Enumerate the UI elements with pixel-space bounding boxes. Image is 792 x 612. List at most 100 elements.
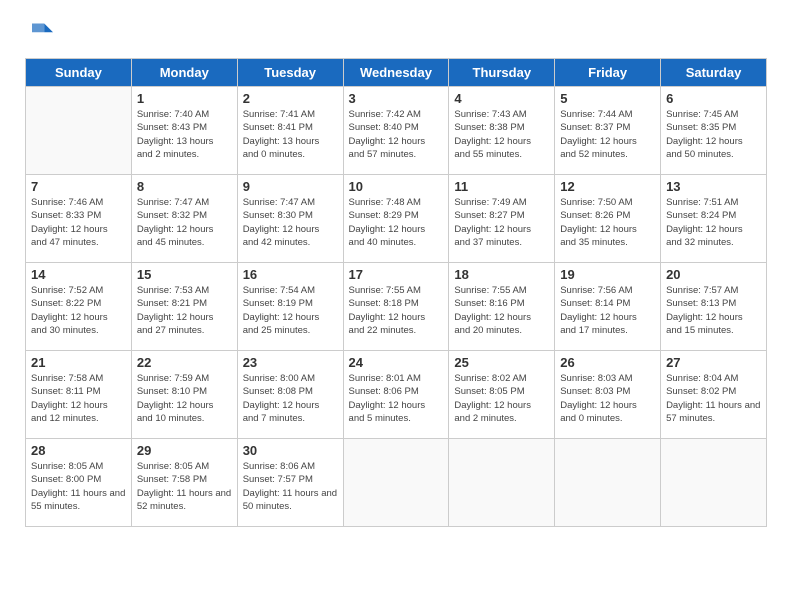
day-number: 24 (349, 355, 444, 370)
day-info: Sunrise: 7:47 AMSunset: 8:30 PMDaylight:… (243, 196, 338, 249)
calendar-day-cell: 21 Sunrise: 7:58 AMSunset: 8:11 PMDayligh… (26, 351, 132, 439)
day-number: 19 (560, 267, 655, 282)
day-number: 17 (349, 267, 444, 282)
day-info: Sunrise: 7:51 AMSunset: 8:24 PMDaylight:… (666, 196, 761, 249)
calendar-day-cell (343, 439, 449, 527)
day-info: Sunrise: 7:49 AMSunset: 8:27 PMDaylight:… (454, 196, 549, 249)
day-info: Sunrise: 7:48 AMSunset: 8:29 PMDaylight:… (349, 196, 444, 249)
logo (25, 20, 57, 48)
calendar-week-row: 21 Sunrise: 7:58 AMSunset: 8:11 PMDayligh… (26, 351, 767, 439)
day-number: 13 (666, 179, 761, 194)
calendar-day-cell (449, 439, 555, 527)
day-header-saturday: Saturday (661, 59, 767, 87)
calendar-week-row: 14Sunrise: 7:52 AMSunset: 8:22 PMDayligh… (26, 263, 767, 351)
day-number: 22 (137, 355, 232, 370)
calendar-day-cell: 14Sunrise: 7:52 AMSunset: 8:22 PMDayligh… (26, 263, 132, 351)
day-number: 11 (454, 179, 549, 194)
calendar-day-cell: 30 Sunrise: 8:06 AMSunset: 7:57 PMDayligh… (237, 439, 343, 527)
calendar-day-cell: 27 Sunrise: 8:04 AMSunset: 8:02 PMDayligh… (661, 351, 767, 439)
day-number: 9 (243, 179, 338, 194)
day-number: 27 (666, 355, 761, 370)
calendar-day-cell (26, 87, 132, 175)
day-number: 6 (666, 91, 761, 106)
day-info: Sunrise: 7:46 AMSunset: 8:33 PMDaylight:… (31, 196, 126, 249)
calendar-day-cell: 4 Sunrise: 7:43 AMSunset: 8:38 PMDaylight… (449, 87, 555, 175)
day-number: 4 (454, 91, 549, 106)
day-number: 29 (137, 443, 232, 458)
calendar-day-cell: 12 Sunrise: 7:50 AMSunset: 8:26 PMDayligh… (555, 175, 661, 263)
day-info: Sunrise: 8:05 AMSunset: 8:00 PMDaylight:… (31, 460, 126, 513)
day-info: Sunrise: 7:55 AMSunset: 8:16 PMDaylight:… (454, 284, 549, 337)
calendar-day-cell: 24 Sunrise: 8:01 AMSunset: 8:06 PMDayligh… (343, 351, 449, 439)
day-info: Sunrise: 7:41 AMSunset: 8:41 PMDaylight:… (243, 108, 338, 161)
day-header-wednesday: Wednesday (343, 59, 449, 87)
calendar-day-cell: 18 Sunrise: 7:55 AMSunset: 8:16 PMDayligh… (449, 263, 555, 351)
calendar-day-cell: 15 Sunrise: 7:53 AMSunset: 8:21 PMDayligh… (131, 263, 237, 351)
day-number: 26 (560, 355, 655, 370)
day-number: 5 (560, 91, 655, 106)
day-info: Sunrise: 7:44 AMSunset: 8:37 PMDaylight:… (560, 108, 655, 161)
day-number: 16 (243, 267, 338, 282)
day-number: 20 (666, 267, 761, 282)
calendar-day-cell: 22 Sunrise: 7:59 AMSunset: 8:10 PMDayligh… (131, 351, 237, 439)
day-info: Sunrise: 7:55 AMSunset: 8:18 PMDaylight:… (349, 284, 444, 337)
day-info: Sunrise: 8:05 AMSunset: 7:58 PMDaylight:… (137, 460, 232, 513)
day-info: Sunrise: 7:57 AMSunset: 8:13 PMDaylight:… (666, 284, 761, 337)
day-info: Sunrise: 8:02 AMSunset: 8:05 PMDaylight:… (454, 372, 549, 425)
day-info: Sunrise: 7:50 AMSunset: 8:26 PMDaylight:… (560, 196, 655, 249)
day-number: 30 (243, 443, 338, 458)
calendar-day-cell: 6Sunrise: 7:45 AMSunset: 8:35 PMDaylight… (661, 87, 767, 175)
day-info: Sunrise: 7:53 AMSunset: 8:21 PMDaylight:… (137, 284, 232, 337)
calendar-week-row: 1 Sunrise: 7:40 AMSunset: 8:43 PMDaylight… (26, 87, 767, 175)
day-info: Sunrise: 7:43 AMSunset: 8:38 PMDaylight:… (454, 108, 549, 161)
day-number: 14 (31, 267, 126, 282)
day-number: 18 (454, 267, 549, 282)
calendar-week-row: 7Sunrise: 7:46 AMSunset: 8:33 PMDaylight… (26, 175, 767, 263)
day-info: Sunrise: 8:06 AMSunset: 7:57 PMDaylight:… (243, 460, 338, 513)
day-header-friday: Friday (555, 59, 661, 87)
day-number: 2 (243, 91, 338, 106)
calendar-day-cell: 16 Sunrise: 7:54 AMSunset: 8:19 PMDayligh… (237, 263, 343, 351)
day-number: 21 (31, 355, 126, 370)
page-header (25, 20, 767, 48)
calendar-day-cell: 19 Sunrise: 7:56 AMSunset: 8:14 PMDayligh… (555, 263, 661, 351)
calendar-table: SundayMondayTuesdayWednesdayThursdayFrid… (25, 58, 767, 527)
day-info: Sunrise: 7:58 AMSunset: 8:11 PMDaylight:… (31, 372, 126, 425)
day-number: 1 (137, 91, 232, 106)
day-number: 15 (137, 267, 232, 282)
calendar-day-cell: 7Sunrise: 7:46 AMSunset: 8:33 PMDaylight… (26, 175, 132, 263)
day-info: Sunrise: 8:03 AMSunset: 8:03 PMDaylight:… (560, 372, 655, 425)
calendar-day-cell: 9 Sunrise: 7:47 AMSunset: 8:30 PMDaylight… (237, 175, 343, 263)
day-header-thursday: Thursday (449, 59, 555, 87)
day-info: Sunrise: 8:01 AMSunset: 8:06 PMDaylight:… (349, 372, 444, 425)
day-info: Sunrise: 7:56 AMSunset: 8:14 PMDaylight:… (560, 284, 655, 337)
day-number: 8 (137, 179, 232, 194)
calendar-day-cell: 28 Sunrise: 8:05 AMSunset: 8:00 PMDayligh… (26, 439, 132, 527)
day-number: 10 (349, 179, 444, 194)
calendar-day-cell: 26 Sunrise: 8:03 AMSunset: 8:03 PMDayligh… (555, 351, 661, 439)
calendar-day-cell: 8 Sunrise: 7:47 AMSunset: 8:32 PMDaylight… (131, 175, 237, 263)
calendar-day-cell: 20 Sunrise: 7:57 AMSunset: 8:13 PMDayligh… (661, 263, 767, 351)
calendar-day-cell: 3Sunrise: 7:42 AMSunset: 8:40 PMDaylight… (343, 87, 449, 175)
calendar-day-cell: 5 Sunrise: 7:44 AMSunset: 8:37 PMDaylight… (555, 87, 661, 175)
calendar-day-cell (555, 439, 661, 527)
day-info: Sunrise: 7:59 AMSunset: 8:10 PMDaylight:… (137, 372, 232, 425)
calendar-day-cell: 17 Sunrise: 7:55 AMSunset: 8:18 PMDayligh… (343, 263, 449, 351)
day-info: Sunrise: 7:47 AMSunset: 8:32 PMDaylight:… (137, 196, 232, 249)
calendar-day-cell: 29 Sunrise: 8:05 AMSunset: 7:58 PMDayligh… (131, 439, 237, 527)
calendar-day-cell: 2 Sunrise: 7:41 AMSunset: 8:41 PMDaylight… (237, 87, 343, 175)
day-info: Sunrise: 7:40 AMSunset: 8:43 PMDaylight:… (137, 108, 232, 161)
day-header-monday: Monday (131, 59, 237, 87)
calendar-day-cell: 1 Sunrise: 7:40 AMSunset: 8:43 PMDaylight… (131, 87, 237, 175)
calendar-day-cell: 25 Sunrise: 8:02 AMSunset: 8:05 PMDayligh… (449, 351, 555, 439)
calendar-day-cell: 10 Sunrise: 7:48 AMSunset: 8:29 PMDayligh… (343, 175, 449, 263)
day-number: 28 (31, 443, 126, 458)
day-info: Sunrise: 7:54 AMSunset: 8:19 PMDaylight:… (243, 284, 338, 337)
day-number: 25 (454, 355, 549, 370)
day-info: Sunrise: 8:04 AMSunset: 8:02 PMDaylight:… (666, 372, 761, 425)
day-number: 12 (560, 179, 655, 194)
day-header-sunday: Sunday (26, 59, 132, 87)
day-info: Sunrise: 8:00 AMSunset: 8:08 PMDaylight:… (243, 372, 338, 425)
calendar-day-cell (661, 439, 767, 527)
logo-icon (25, 20, 53, 48)
